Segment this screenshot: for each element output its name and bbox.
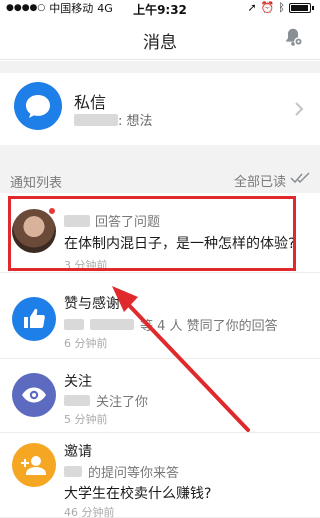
likes-text: 等 4 人 赞同了你的回答 [140, 319, 278, 334]
status-right: ➚ ⏰ ᛒ [247, 1, 314, 14]
thumbs-up-icon [12, 297, 56, 341]
battery-icon [289, 2, 311, 13]
notification-list-title: 通知列表 [10, 176, 63, 191]
redacted-username [64, 395, 90, 406]
status-bar: ●●●●○ 中国移动 4G 上午9:32 ➚ ⏰ ᛒ [0, 0, 320, 17]
follow-text-line: 关注了你 [64, 391, 148, 410]
notification-list-header: 通知列表 全部已读 [0, 157, 320, 193]
mark-all-read-button[interactable]: 全部已读 [234, 171, 286, 190]
add-person-icon [12, 443, 56, 487]
redacted-username [64, 466, 82, 477]
section-divider [0, 61, 320, 73]
direct-messages-preview: : 想法 [74, 110, 153, 129]
alarm-icon: ⏰ [260, 1, 275, 14]
chevron-right-icon [295, 102, 304, 116]
invite-text: 的提问等你来答 [88, 466, 180, 481]
timestamp: 6 分钟前 [64, 337, 108, 350]
bluetooth-icon: ᛒ [278, 1, 285, 14]
notification-settings-icon[interactable] [282, 26, 304, 48]
question-title: 大学生在校卖什么赚钱? [64, 486, 212, 502]
follow-text: 关注了你 [96, 395, 149, 410]
preview-text: : 想法 [118, 114, 153, 129]
eye-icon [12, 373, 56, 417]
nav-bar: 消息 [0, 16, 320, 60]
likes-text-line: 等 4 人 赞同了你的回答 [64, 315, 278, 334]
category-label: 赞与感谢 [64, 296, 120, 312]
category-label: 关注 [64, 374, 92, 390]
battery-tip [312, 5, 314, 10]
location-icon: ➚ [247, 1, 257, 14]
redacted-username [64, 319, 84, 330]
highlight-box [8, 196, 296, 271]
notification-item-invite[interactable]: 邀请 的提问等你来答 大学生在校卖什么赚钱? 46 分钟前 [0, 433, 320, 518]
category-label: 邀请 [64, 444, 92, 460]
invite-text-line: 的提问等你来答 [64, 462, 179, 481]
redacted-username [90, 319, 134, 330]
timestamp: 5 分钟前 [64, 413, 108, 426]
redacted-username [74, 113, 118, 126]
notification-item-follow[interactable]: 关注 关注了你 5 分钟前 [0, 359, 320, 433]
section-divider [0, 145, 320, 157]
chat-bubble-icon [14, 82, 62, 130]
timestamp: 46 分钟前 [64, 506, 115, 518]
notification-item-likes[interactable]: 赞与感谢 等 4 人 赞同了你的回答 6 分钟前 [0, 283, 320, 359]
direct-messages-row[interactable]: 私信 : 想法 [0, 73, 320, 145]
double-check-icon[interactable] [290, 171, 312, 185]
page-title: 消息 [143, 33, 177, 53]
